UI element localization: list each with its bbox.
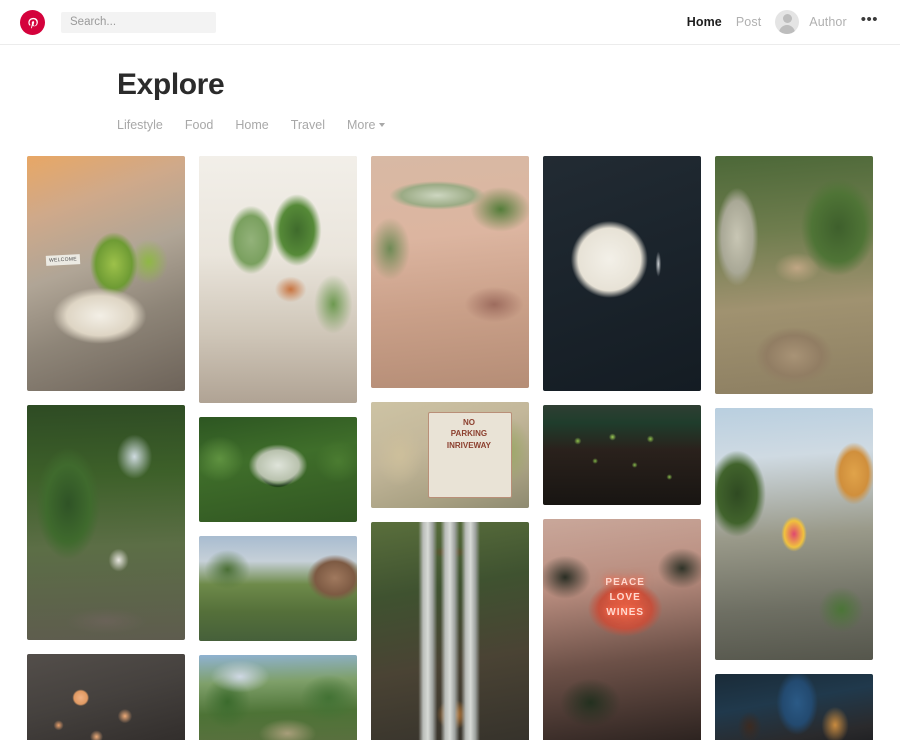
search-input[interactable] xyxy=(61,11,216,33)
pin-image xyxy=(371,402,529,508)
pin-image xyxy=(543,156,701,391)
pin-image xyxy=(199,655,357,740)
pin-wind-chimes[interactable] xyxy=(371,522,529,740)
pin-image xyxy=(199,536,357,641)
pin-seedling-sprouts[interactable] xyxy=(543,405,701,505)
pin-denim-shopfront[interactable] xyxy=(715,674,873,740)
user-avatar-icon[interactable] xyxy=(775,10,800,34)
pin-image xyxy=(27,405,185,640)
pin-image xyxy=(715,674,873,740)
page-content: Explore Lifestyle Food Home Travel More xyxy=(0,45,900,740)
category-tab-label: Home xyxy=(235,118,269,132)
pin-colorful-alleyway[interactable] xyxy=(715,408,873,660)
chevron-down-icon xyxy=(379,123,386,127)
pin-greenhouse-conservatory[interactable] xyxy=(27,405,185,640)
pin-image xyxy=(715,408,873,660)
top-navigation-bar: Home Post Author ••• xyxy=(0,0,900,45)
category-tab-lifestyle[interactable]: Lifestyle xyxy=(117,118,163,132)
pin-peace-love-wines-neon[interactable] xyxy=(543,519,701,740)
pin-apricot-dessert-plate[interactable] xyxy=(543,156,701,391)
pin-indoor-houseplants[interactable] xyxy=(199,156,357,403)
pin-image xyxy=(27,654,185,740)
column-4 xyxy=(543,156,701,740)
category-tab-home[interactable]: Home xyxy=(235,118,268,132)
nav-link-home[interactable]: Home xyxy=(687,15,722,29)
category-tab-travel[interactable]: Travel xyxy=(291,118,325,132)
pin-courtyard-patio[interactable] xyxy=(371,156,529,388)
category-tab-list: Lifestyle Food Home Travel More xyxy=(27,102,873,132)
category-tab-more[interactable]: More xyxy=(346,118,386,132)
pin-image xyxy=(27,156,185,391)
pin-garden-wedding-arch[interactable] xyxy=(199,417,357,522)
pin-cobblestone-garden-path[interactable] xyxy=(715,156,873,394)
pin-image xyxy=(371,156,529,388)
pin-image xyxy=(199,417,357,522)
column-1 xyxy=(27,156,185,740)
search-field-wrapper xyxy=(61,11,216,33)
pin-stone-cottage-meadow[interactable] xyxy=(199,536,357,641)
pin-image xyxy=(543,519,701,740)
pin-image xyxy=(543,405,701,505)
page-title: Explore xyxy=(117,68,225,101)
pin-welcome-garden-baskets[interactable] xyxy=(27,156,185,391)
category-tab-label: More xyxy=(346,118,376,132)
category-tab-label: Food xyxy=(184,118,214,132)
column-2 xyxy=(199,156,357,740)
ellipsis-icon[interactable]: ••• xyxy=(861,12,878,29)
pin-image xyxy=(715,156,873,394)
category-tab-label: Travel xyxy=(290,118,325,132)
category-tab-label: Lifestyle xyxy=(117,118,163,132)
pin-image xyxy=(199,156,357,403)
nav-link-post[interactable]: Post xyxy=(736,15,761,29)
category-tab-food[interactable]: Food xyxy=(185,118,214,132)
pin-orange-flowers[interactable] xyxy=(27,654,185,740)
header-nav-right: Home Post Author ••• xyxy=(687,10,878,34)
column-5 xyxy=(715,156,873,740)
pin-masonry-grid xyxy=(27,132,873,740)
pin-rice-terrace-palms[interactable] xyxy=(199,655,357,740)
pinterest-logo-icon[interactable] xyxy=(20,9,45,35)
pin-no-parking-sign[interactable] xyxy=(371,402,529,508)
column-3 xyxy=(371,156,529,740)
pin-image xyxy=(371,522,529,740)
nav-link-author[interactable]: Author xyxy=(809,15,846,29)
